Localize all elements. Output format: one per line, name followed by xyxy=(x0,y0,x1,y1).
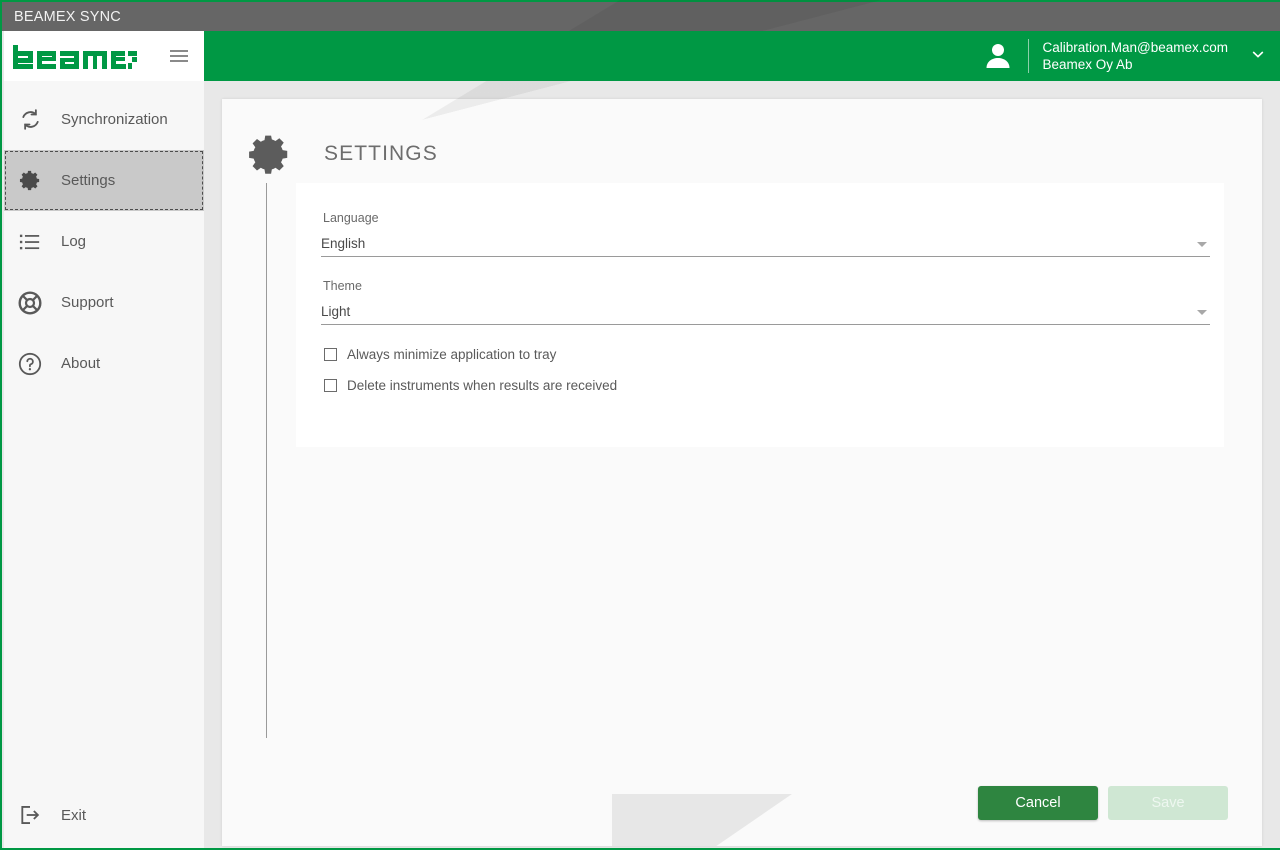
caret-down-icon xyxy=(1197,242,1207,247)
language-field: Language English xyxy=(321,211,1210,257)
sidebar-item-exit[interactable]: Exit xyxy=(4,785,204,845)
list-icon xyxy=(15,227,45,257)
sidebar: Synchronization Settings Log Support Abo… xyxy=(4,31,204,848)
sidebar-item-log[interactable]: Log xyxy=(4,211,204,272)
minimize-to-tray-label: Always minimize application to tray xyxy=(347,347,557,362)
user-account-menu[interactable]: Calibration.Man@beamex.com Beamex Oy Ab xyxy=(980,38,1280,74)
language-select[interactable]: English xyxy=(321,236,1210,257)
sidebar-item-label: Synchronization xyxy=(61,111,168,128)
sidebar-item-label: Log xyxy=(61,233,87,250)
delete-instruments-row[interactable]: Delete instruments when results are rece… xyxy=(321,378,1210,393)
sync-icon xyxy=(15,105,45,135)
window-title: BEAMEX SYNC xyxy=(14,8,121,25)
settings-body: Language English Theme Light Always mini… xyxy=(222,183,1262,738)
question-circle-icon xyxy=(15,349,45,379)
vertical-divider xyxy=(266,183,267,738)
content-area: SETTINGS Language English Theme Light Al… xyxy=(204,81,1280,848)
sidebar-bottom: Exit xyxy=(4,785,204,848)
sidebar-item-support[interactable]: Support xyxy=(4,272,204,333)
sidebar-item-about[interactable]: About xyxy=(4,333,204,394)
chevron-down-icon[interactable] xyxy=(1250,46,1266,67)
user-organization: Beamex Oy Ab xyxy=(1042,57,1133,72)
minimize-to-tray-checkbox[interactable] xyxy=(324,348,337,361)
lifebuoy-icon xyxy=(15,288,45,318)
user-email: Calibration.Man@beamex.com xyxy=(1042,40,1228,55)
user-avatar-icon xyxy=(980,38,1016,74)
sidebar-item-label: Settings xyxy=(61,172,116,189)
exit-icon xyxy=(15,800,45,830)
caret-down-icon xyxy=(1197,310,1207,315)
delete-instruments-checkbox[interactable] xyxy=(324,379,337,392)
sidebar-nav: Synchronization Settings Log Support Abo… xyxy=(4,89,204,785)
cancel-button[interactable]: Cancel xyxy=(978,786,1098,820)
sidebar-logo-area xyxy=(4,31,204,81)
title-bar: BEAMEX SYNC xyxy=(2,0,1280,31)
language-value: English xyxy=(321,236,366,251)
theme-select[interactable]: Light xyxy=(321,304,1210,325)
user-divider xyxy=(1028,39,1030,73)
beamex-logo xyxy=(13,43,137,69)
sidebar-item-synchronization[interactable]: Synchronization xyxy=(4,89,204,150)
panel-header: SETTINGS xyxy=(222,99,1262,183)
sidebar-item-label: Support xyxy=(61,294,114,311)
application-window: BEAMEX SYNC Synchronization Settings Log… xyxy=(0,0,1280,850)
user-info: Calibration.Man@beamex.com Beamex Oy Ab xyxy=(1042,39,1228,73)
settings-panel: SETTINGS Language English Theme Light Al… xyxy=(222,99,1262,846)
theme-field: Theme Light xyxy=(321,279,1210,325)
hamburger-menu-icon[interactable] xyxy=(168,46,190,66)
save-button: Save xyxy=(1108,786,1228,820)
sidebar-item-label: About xyxy=(61,355,101,372)
settings-card: Language English Theme Light Always mini… xyxy=(296,183,1224,447)
top-header-bar: Calibration.Man@beamex.com Beamex Oy Ab xyxy=(204,31,1280,81)
page-title: SETTINGS xyxy=(324,142,438,165)
minimize-to-tray-row[interactable]: Always minimize application to tray xyxy=(321,347,1210,362)
theme-value: Light xyxy=(321,304,351,319)
delete-instruments-label: Delete instruments when results are rece… xyxy=(347,378,618,393)
sidebar-item-settings[interactable]: Settings xyxy=(4,150,204,211)
language-label: Language xyxy=(323,211,379,225)
sidebar-item-label: Exit xyxy=(61,806,87,824)
gear-icon xyxy=(15,166,45,196)
theme-label: Theme xyxy=(323,279,362,293)
footer-buttons: Cancel Save xyxy=(978,786,1228,820)
gear-icon xyxy=(248,132,292,176)
beamex-logo-mark xyxy=(13,45,137,69)
